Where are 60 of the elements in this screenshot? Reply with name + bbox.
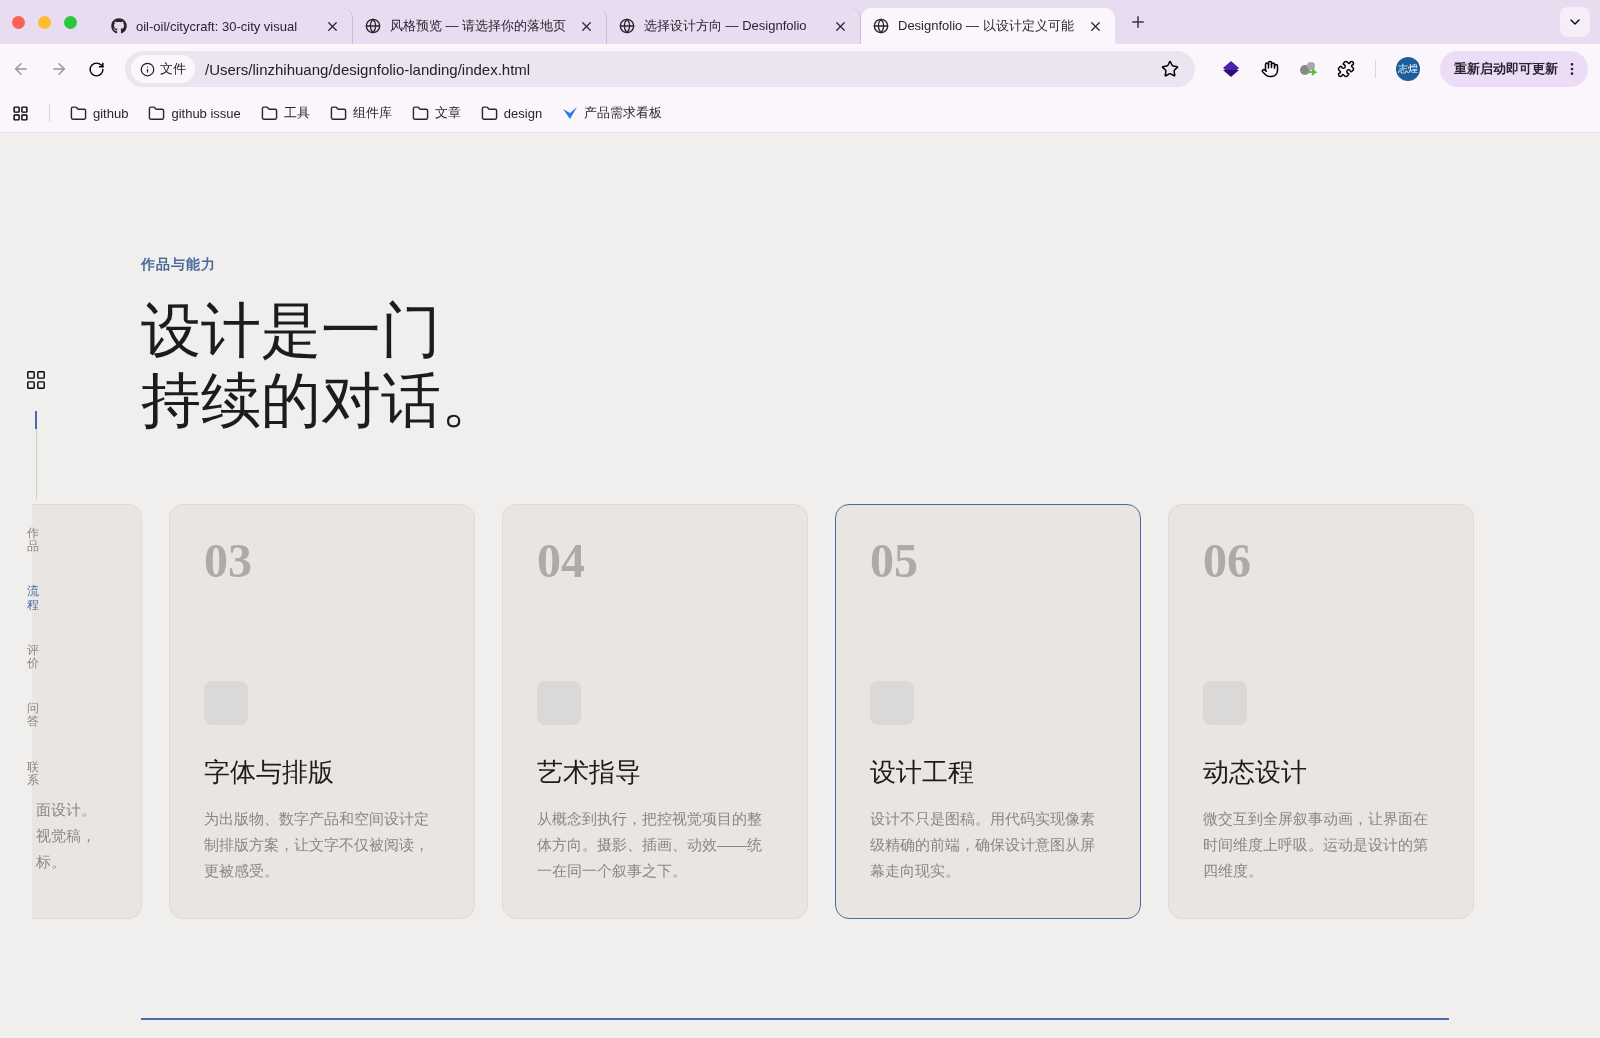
forward-icon[interactable] <box>50 60 68 78</box>
bookmark[interactable]: 组件库 <box>329 104 392 122</box>
bookmark[interactable]: github issue <box>148 104 241 122</box>
card-title: 设计工程 <box>870 757 975 789</box>
bookmark[interactable]: github <box>70 104 129 122</box>
hand-icon[interactable] <box>1261 60 1279 78</box>
extensions-icon[interactable] <box>1337 60 1355 78</box>
folder-icon <box>411 104 429 122</box>
card-text-fragment: 标。 <box>36 852 67 872</box>
globe-icon <box>365 18 381 34</box>
service-card[interactable]: 03 字体与排版 为出版物、数字产品和空间设计定制排版方案，让文字不仅被阅读，更被感受。 <box>169 504 475 919</box>
folder-icon <box>329 104 347 122</box>
card-description: 从概念到执行，把控视觉项目的整体方向。摄影、插画、动效——统一在同一个叙事之下。 <box>537 809 763 881</box>
service-card[interactable]: 04 艺术指导 从概念到执行，把控视觉项目的整体方向。摄影、插画、动效——统一在同一个叙事之下。 <box>502 504 808 919</box>
card-text-fragment: 面设计。 <box>36 800 97 820</box>
back-icon[interactable] <box>12 60 30 78</box>
folder-icon <box>70 104 87 122</box>
apps-icon[interactable] <box>12 104 29 122</box>
service-card[interactable]: 05 设计工程 设计不只是图稿。用代码实现像素级精确的前端，确保设计意图从屏幕走向现实。 <box>835 504 1141 919</box>
site-info-button[interactable]: 文件 <box>131 55 195 83</box>
browser-tab[interactable]: Designfolio — 以设计定义可能 <box>861 8 1115 44</box>
card-number: 04 <box>537 533 586 589</box>
card-title: 动态设计 <box>1203 757 1308 789</box>
card-title: 字体与排版 <box>204 757 335 789</box>
bookmark-star-icon[interactable] <box>1161 60 1179 78</box>
card-description: 为出版物、数字产品和空间设计定制排版方案，让文字不仅被阅读，更被感受。 <box>204 809 430 881</box>
update-button[interactable]: 重新启动即可更新 <box>1440 51 1588 87</box>
extension-icon[interactable] <box>1299 60 1317 78</box>
info-icon <box>140 61 155 77</box>
grid-icon[interactable] <box>25 369 47 391</box>
card-number: 03 <box>204 533 253 589</box>
section-heading: 设计是一门 持续的对话。 <box>141 297 502 436</box>
url-text: /Users/linzhihuang/designfolio-landing/index.html <box>205 60 532 78</box>
bookmark[interactable]: 工具 <box>260 104 310 122</box>
globe-icon <box>619 18 635 34</box>
card-text-fragment: 视觉稿， <box>36 826 97 846</box>
layers-icon[interactable] <box>1221 59 1241 79</box>
card-description: 设计不只是图稿。用代码实现像素级精确的前端，确保设计意图从屏幕走向现实。 <box>870 809 1096 881</box>
card-number: 06 <box>1203 533 1252 589</box>
card-number: 05 <box>870 533 919 589</box>
side-nav-link[interactable]: 流程 <box>27 585 39 612</box>
service-card[interactable]: 06 动态设计 微交互到全屏叙事动画，让界面在时间维度上呼吸。运动是设计的第四维度。 <box>1168 504 1474 919</box>
bookmark[interactable]: 文章 <box>411 104 461 122</box>
github-icon <box>111 18 127 34</box>
folder-icon <box>480 104 498 122</box>
card-description: 微交互到全屏叙事动画，让界面在时间维度上呼吸。运动是设计的第四维度。 <box>1203 809 1429 881</box>
card-title: 艺术指导 <box>537 757 642 789</box>
bookmark[interactable]: 产品需求看板 <box>562 104 663 122</box>
tab-list-button[interactable] <box>1560 7 1590 37</box>
address-bar[interactable]: 文件 /Users/linzhihuang/designfolio-landing/index.html <box>125 51 1195 87</box>
folder-icon <box>148 104 166 122</box>
globe-icon <box>873 18 889 34</box>
scroll-indicator <box>34 411 37 429</box>
bookmark[interactable]: design <box>480 104 543 122</box>
profile-avatar[interactable]: 志煌 <box>1396 57 1420 81</box>
new-tab-icon[interactable] <box>1129 13 1147 31</box>
reload-icon[interactable] <box>88 60 105 78</box>
folder-icon <box>260 104 278 122</box>
section-eyebrow: 作品与能力 <box>141 256 217 274</box>
app-icon <box>562 106 579 120</box>
